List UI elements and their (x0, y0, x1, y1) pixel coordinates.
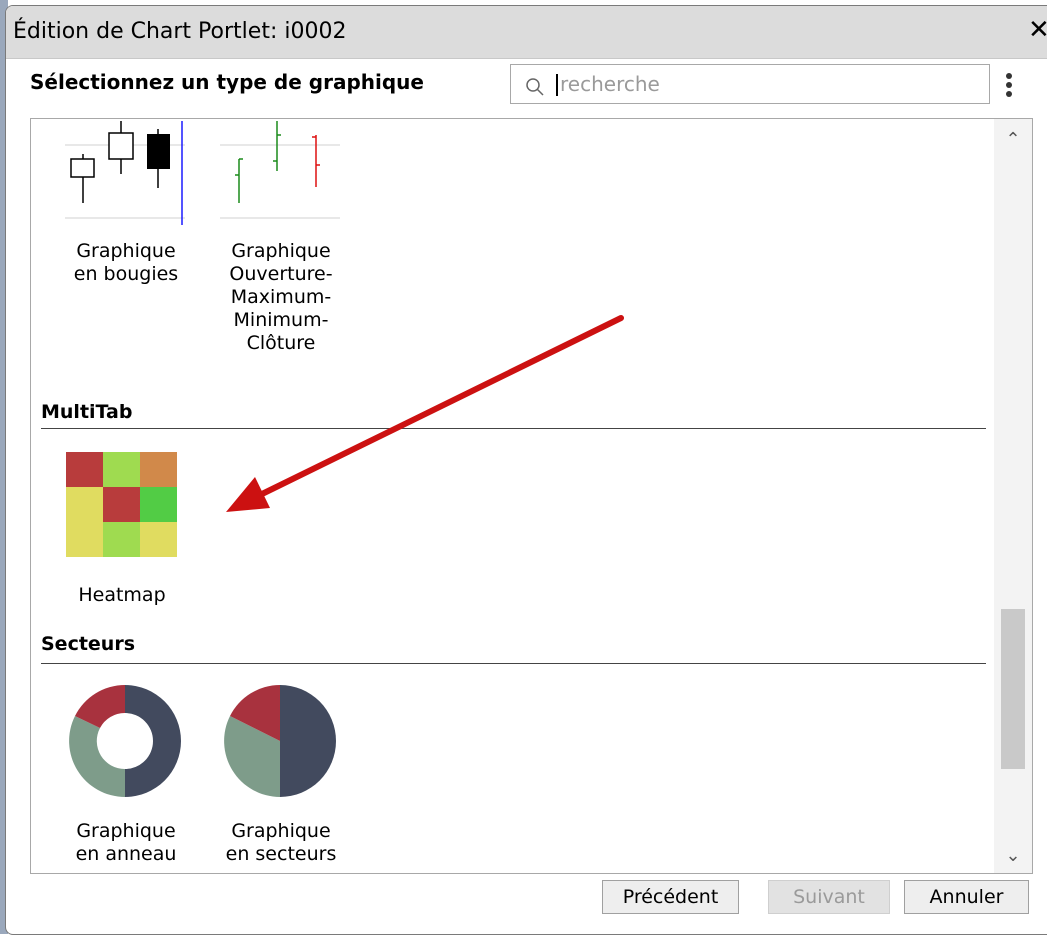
donut-chart-icon (69, 685, 181, 797)
section-title-secteurs: Secteurs (41, 633, 136, 655)
chart-option-candlestick[interactable]: Graphique en bougies (61, 119, 191, 319)
chart-option-donut[interactable]: Graphique en anneau (61, 681, 191, 873)
candlestick-chart-icon (65, 121, 185, 225)
chart-type-list[interactable]: Graphique en bougies Graphique Ouverture… (30, 118, 1033, 874)
heatmap-chart-icon (66, 452, 177, 557)
chart-option-label: Graphique en secteurs (225, 820, 337, 865)
search-field[interactable] (510, 64, 990, 104)
scroll-down-icon[interactable]: ⌄ (994, 841, 1032, 871)
section-divider (41, 663, 986, 664)
pie-chart-icon (224, 685, 336, 797)
section-divider (41, 428, 986, 429)
chart-option-heatmap[interactable]: Heatmap (61, 452, 181, 612)
select-chart-type-heading: Sélectionnez un type de graphique (30, 70, 424, 94)
previous-button[interactable]: Précédent (602, 880, 739, 914)
scroll-up-icon[interactable]: ⌃ (994, 125, 1032, 155)
section-title-multitab: MultiTab (41, 401, 133, 423)
chart-option-label: Heatmap (78, 584, 166, 606)
search-icon (526, 78, 544, 96)
scrollbar-thumb[interactable] (1001, 609, 1025, 769)
ohlc-chart-icon (220, 121, 340, 219)
more-options-icon[interactable] (1003, 73, 1015, 101)
close-icon[interactable]: ✕ (1028, 17, 1047, 43)
chart-option-ohlc[interactable]: Graphique Ouverture- Maximum- Minimum- C… (216, 119, 356, 379)
search-input[interactable] (560, 69, 980, 99)
vertical-scrollbar[interactable]: ⌃ ⌄ (994, 119, 1032, 873)
cancel-button[interactable]: Annuler (904, 880, 1029, 914)
dialog-title-bar[interactable]: Édition de Chart Portlet: i0002 ✕ (6, 6, 1047, 59)
text-cursor (556, 74, 558, 96)
chart-option-label: Graphique en bougies (73, 240, 179, 285)
dialog-title: Édition de Chart Portlet: i0002 (13, 19, 347, 44)
chart-option-pie[interactable]: Graphique en secteurs (216, 681, 346, 873)
chart-option-label: Graphique Ouverture- Maximum- Minimum- C… (229, 240, 333, 354)
chart-option-label: Graphique en anneau (75, 820, 177, 865)
next-button[interactable]: Suivant (768, 880, 890, 914)
